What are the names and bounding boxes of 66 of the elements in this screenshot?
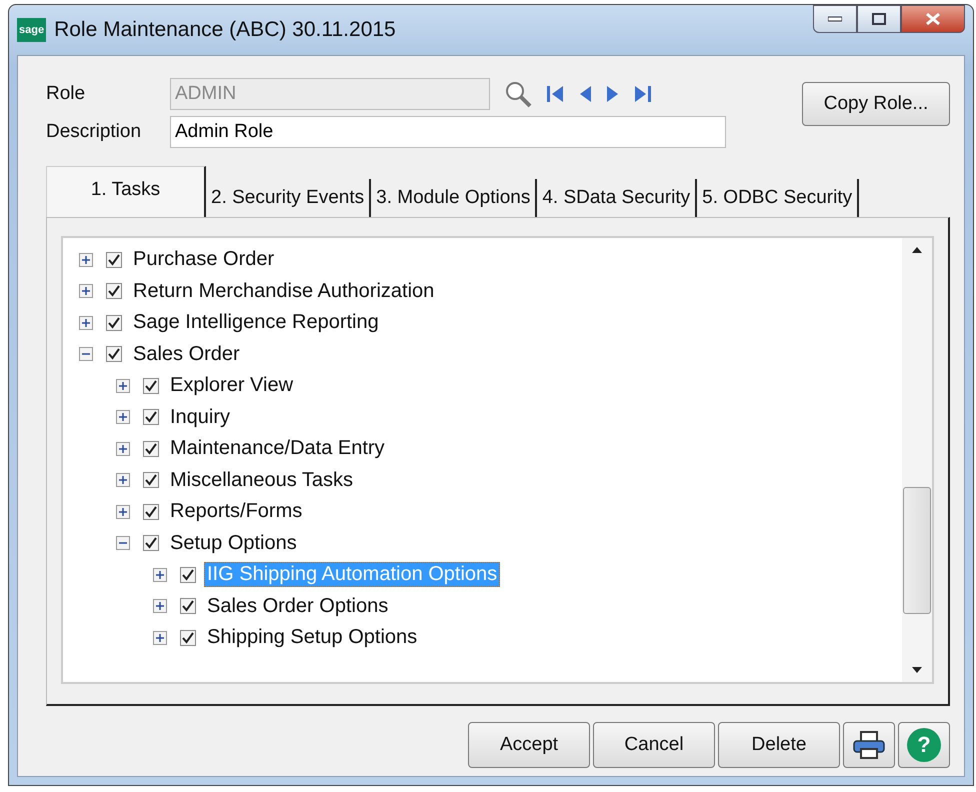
- scroll-thumb[interactable]: [903, 487, 931, 614]
- checkbox[interactable]: [143, 535, 159, 552]
- tree-item[interactable]: Miscellaneous Tasks: [167, 468, 356, 493]
- checkbox[interactable]: [180, 566, 196, 583]
- close-icon: [925, 12, 941, 26]
- previous-record-icon[interactable]: [578, 84, 592, 104]
- role-label: Role: [46, 83, 86, 105]
- collapse-icon[interactable]: [116, 536, 130, 550]
- first-record-icon[interactable]: [546, 84, 564, 104]
- collapse-icon[interactable]: [79, 347, 93, 362]
- expand-icon[interactable]: [79, 252, 93, 267]
- checkbox[interactable]: [106, 314, 122, 331]
- close-button[interactable]: [901, 5, 965, 33]
- tree-item[interactable]: Purchase Order: [130, 247, 278, 272]
- checkbox[interactable]: [143, 409, 159, 426]
- checkbox[interactable]: [106, 346, 122, 362]
- expand-icon[interactable]: [79, 284, 93, 298]
- scrollbar[interactable]: [902, 238, 932, 682]
- tree-item[interactable]: Return Merchandise Authorization: [130, 278, 438, 304]
- expand-icon[interactable]: [153, 630, 167, 645]
- minimize-icon: [828, 16, 842, 22]
- scroll-down-icon[interactable]: [911, 666, 923, 674]
- last-record-icon[interactable]: [634, 84, 652, 104]
- next-record-icon[interactable]: [606, 84, 620, 104]
- action-button[interactable]: Cancel: [593, 722, 715, 768]
- tree-item[interactable]: Sales Order Options: [204, 594, 392, 619]
- checkbox[interactable]: [106, 283, 122, 300]
- checkbox[interactable]: [106, 252, 122, 268]
- expand-icon[interactable]: [153, 599, 167, 614]
- description-field[interactable]: Admin Role: [170, 116, 726, 148]
- tree-item[interactable]: Sales Order: [130, 342, 243, 367]
- action-button[interactable]: Accept: [468, 722, 590, 768]
- print-button[interactable]: [843, 722, 895, 768]
- expand-icon[interactable]: [79, 316, 93, 330]
- checkbox[interactable]: [143, 378, 159, 394]
- window-title: Role Maintenance (ABC) 30.11.2015: [54, 18, 397, 42]
- action-button[interactable]: Delete: [718, 722, 840, 768]
- expand-icon[interactable]: [153, 568, 167, 582]
- checkbox[interactable]: [180, 630, 196, 646]
- tree-item[interactable]: Maintenance/Data Entry: [167, 436, 388, 462]
- expand-icon[interactable]: [116, 504, 130, 519]
- tree-item[interactable]: Inquiry: [167, 404, 234, 430]
- tree-item[interactable]: Explorer View: [167, 373, 296, 398]
- minimize-button[interactable]: [813, 5, 857, 33]
- description-label: Description: [46, 121, 142, 143]
- checkbox[interactable]: [143, 504, 159, 520]
- maximize-icon: [872, 13, 886, 25]
- app-logo: sage: [17, 18, 46, 42]
- search-icon[interactable]: [504, 80, 532, 108]
- tree-item[interactable]: Reports/Forms: [167, 499, 306, 524]
- expand-icon[interactable]: [116, 410, 130, 424]
- help-button[interactable]: ?: [898, 722, 950, 768]
- maximize-button[interactable]: [857, 5, 901, 33]
- checkbox[interactable]: [143, 440, 159, 457]
- copy-role-button[interactable]: Copy Role...: [802, 82, 950, 126]
- expand-icon[interactable]: [116, 378, 130, 393]
- printer-icon: [852, 730, 886, 760]
- checkbox[interactable]: [180, 598, 196, 614]
- expand-icon[interactable]: [116, 442, 130, 456]
- expand-icon[interactable]: [116, 473, 130, 488]
- tab[interactable]: 1. Tasks: [46, 166, 206, 217]
- tree-item[interactable]: Setup Options: [167, 530, 300, 556]
- tree-item[interactable]: Shipping Setup Options: [204, 625, 420, 650]
- tree-item[interactable]: Sage Intelligence Reporting: [130, 310, 382, 336]
- scroll-up-icon[interactable]: [911, 246, 923, 254]
- checkbox[interactable]: [143, 472, 159, 488]
